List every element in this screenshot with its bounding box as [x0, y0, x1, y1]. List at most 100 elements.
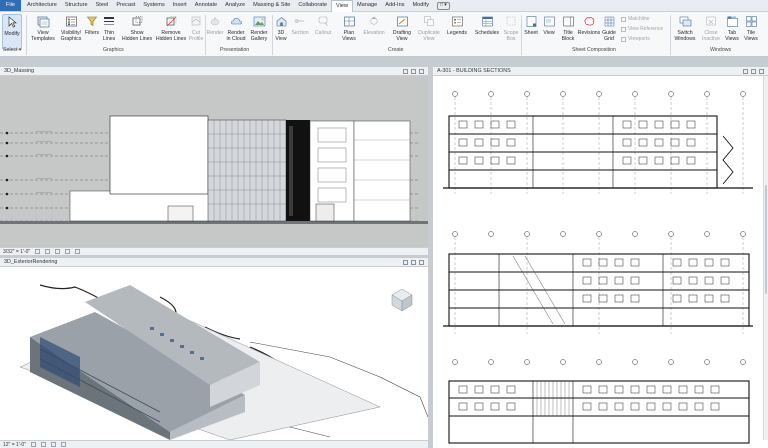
switch-windows-label: Switch Windows [674, 30, 696, 42]
panel-divider [26, 15, 27, 55]
plan-views-button[interactable]: Plan Views [338, 14, 360, 50]
tab-add-ins[interactable]: Add-Ins [381, 0, 408, 11]
scrollbar-thumb[interactable] [765, 185, 767, 295]
render-in-cloud-button[interactable]: Render in Cloud [225, 14, 247, 50]
drafting-view-button[interactable]: Drafting View [389, 14, 415, 50]
vertical-scrollbar[interactable] [763, 76, 768, 440]
crop-view-icon[interactable] [75, 249, 81, 254]
svg-text:——— ——: ——— —— [36, 152, 52, 156]
scope-box-button[interactable]: Scope Box [503, 14, 519, 50]
callout-button[interactable]: Callout [313, 14, 333, 50]
scope-box-label: Scope Box [503, 30, 519, 42]
maximize-icon[interactable] [411, 259, 416, 265]
tab-structure[interactable]: Structure [61, 0, 92, 11]
select-panel-dropdown[interactable]: Select ▾ [3, 47, 21, 53]
close-icon[interactable] [759, 68, 764, 74]
sun-path-icon[interactable] [55, 249, 61, 254]
guide-grid-button[interactable]: Guide Grid [601, 14, 617, 50]
sheet-button[interactable]: Sheet [523, 14, 539, 50]
maximize-icon[interactable] [751, 68, 756, 74]
section-button[interactable]: Section [290, 14, 310, 50]
modify-button[interactable]: Modify [2, 14, 22, 50]
shadows-icon[interactable] [65, 249, 71, 254]
view-templates-button[interactable]: View Templates [30, 14, 56, 50]
remove-hidden-lines-button[interactable]: Remove Hidden Lines [155, 14, 187, 50]
tab-view[interactable]: View [330, 0, 354, 12]
view-control-bar: 3/32" = 1'-0" [0, 247, 428, 255]
detail-level-icon[interactable] [31, 442, 36, 447]
remove-hidden-lines-label: Remove Hidden Lines [155, 30, 187, 42]
tab-architecture[interactable]: Architecture [23, 0, 61, 11]
tab-collaborate[interactable]: Collaborate [294, 0, 331, 11]
show-hidden-lines-button[interactable]: Show Hidden Lines [121, 14, 153, 50]
render-gallery-button[interactable]: Render Gallery [248, 14, 270, 50]
scope-box-icon [504, 14, 518, 28]
contextual-tab-dropdown[interactable]: □ ▾ [433, 0, 454, 11]
tab-modify[interactable]: Modify [409, 0, 433, 11]
schedules-button[interactable]: Schedules [473, 14, 501, 50]
3d-view-button[interactable]: 3D View [274, 14, 288, 50]
matchline-icon [621, 16, 626, 22]
schedules-table-icon [480, 14, 494, 28]
view-button[interactable]: View [541, 14, 557, 50]
visibility-graphics-button[interactable]: Visibility/ Graphics [58, 14, 84, 50]
sun-path-icon[interactable] [51, 442, 56, 447]
shadows-icon[interactable] [61, 442, 66, 447]
visual-style-icon[interactable] [45, 249, 51, 254]
legends-button[interactable]: Legends [444, 14, 470, 50]
duplicate-view-button[interactable]: Duplicate View [416, 14, 442, 50]
tab-precast[interactable]: Precast [112, 0, 139, 11]
view-scale[interactable]: 3/32" = 1'-0" [3, 249, 30, 255]
view-window-3d-exterior-rendering[interactable]: 3D_ExteriorRendering 12" = 1'-0" [0, 258, 428, 448]
window-controls [403, 259, 428, 265]
panel-divider [521, 15, 522, 55]
close-icon[interactable] [419, 68, 424, 74]
elevation-button[interactable]: Elevation [362, 14, 386, 50]
close-inactive-icon [704, 14, 718, 28]
minimize-icon[interactable] [743, 68, 748, 74]
ribbon-panel: Modify Select ▾ View Templates Visibilit… [0, 12, 768, 57]
cut-profile-button[interactable]: Cut Profile [188, 14, 204, 50]
filters-button[interactable]: Filters [85, 14, 99, 50]
tab-insert[interactable]: Insert [169, 0, 191, 11]
tab-manage[interactable]: Manage [353, 0, 381, 11]
tab-annotate[interactable]: Annotate [191, 0, 221, 11]
render-button[interactable]: Render [207, 14, 224, 50]
drafting-view-label: Drafting View [392, 30, 412, 42]
matchline-button[interactable]: Matchline [621, 16, 649, 22]
minimize-icon[interactable] [403, 68, 408, 74]
minimize-icon[interactable] [403, 259, 408, 265]
revisions-button[interactable]: Revisions [578, 14, 600, 50]
tile-views-button[interactable]: Tile Views [743, 14, 759, 50]
visual-style-icon[interactable] [41, 442, 46, 447]
cut-profile-label: Cut Profile [188, 30, 204, 42]
switch-windows-button[interactable]: Switch Windows [673, 14, 697, 50]
tab-systems[interactable]: Systems [139, 0, 168, 11]
close-inactive-button[interactable]: Close Inactive [700, 14, 722, 50]
elevation-marker-icon [367, 14, 381, 28]
maximize-icon[interactable] [411, 68, 416, 74]
duplicate-view-label: Duplicate View [418, 30, 440, 42]
tab-massing-site[interactable]: Massing & Site [249, 0, 294, 11]
view-window-3d-massing[interactable]: 3D_Massing ——— —— ——— —— ——— —— ——— —— —… [0, 67, 428, 255]
title-block-button[interactable]: Title Block [559, 14, 577, 50]
view-window-building-sections-sheet[interactable]: A-301 - BUILDING SECTIONS [433, 67, 768, 448]
close-icon[interactable] [419, 259, 424, 265]
view-scale[interactable]: 12" = 1'-0" [3, 442, 26, 448]
plan-views-icon [342, 14, 356, 28]
thin-lines-button[interactable]: Thin Lines [101, 14, 117, 50]
tab-views-button[interactable]: Tab Views [724, 14, 740, 50]
cloud-render-icon [229, 14, 243, 28]
viewports-dropdown[interactable]: Viewports [621, 36, 650, 42]
tile-views-label: Tile Views [744, 30, 758, 42]
tab-analyze[interactable]: Analyze [221, 0, 249, 11]
callout-icon [316, 14, 330, 28]
title-block-label: Title Block [561, 30, 575, 42]
visibility-graphics-icon [64, 14, 78, 28]
elevation-label: Elevation [363, 30, 385, 36]
tab-steel[interactable]: Steel [92, 0, 113, 11]
detail-level-icon[interactable] [35, 249, 41, 254]
view-reference-button[interactable]: View Reference [621, 26, 663, 32]
place-view-icon [542, 14, 556, 28]
tab-file[interactable]: File [0, 0, 22, 11]
